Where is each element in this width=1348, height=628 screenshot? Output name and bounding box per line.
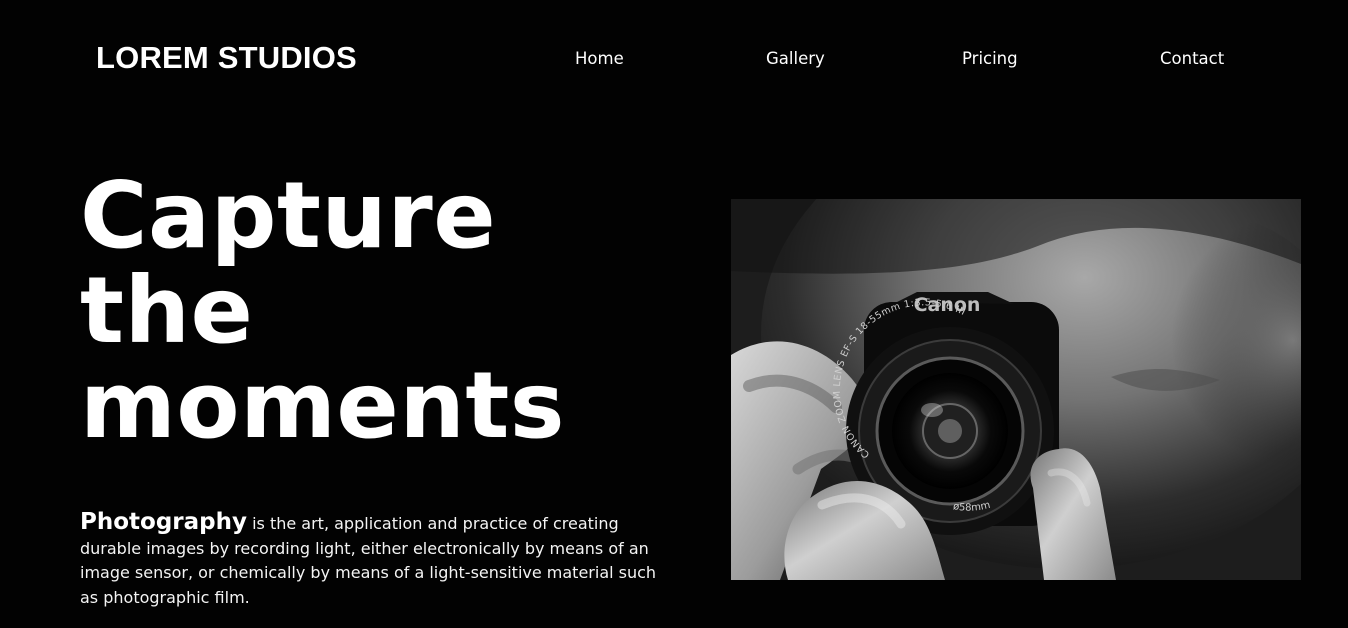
nav-gallery-link[interactable]: Gallery: [766, 48, 825, 70]
hero-title-line-the: the: [80, 257, 254, 364]
hero-title-line-moments: moments: [80, 352, 566, 459]
site-logo[interactable]: LOREM STUDIOS: [96, 38, 357, 78]
hero-title: Capture the moments: [80, 168, 680, 453]
nav-pricing-link[interactable]: Pricing: [962, 48, 1018, 70]
photographer-camera-image: Canon CANON ZOOM LENS EF-S 18-55mm 1:3.5…: [731, 199, 1301, 580]
nav-home-link[interactable]: Home: [575, 48, 624, 70]
nav-contact-link[interactable]: Contact: [1160, 48, 1224, 70]
hero-title-line-capture: Capture: [80, 162, 497, 269]
landing-page: LOREM STUDIOS Home Gallery Pricing Conta…: [0, 0, 1348, 628]
photography-description: Photography is the art, application and …: [80, 510, 665, 610]
description-term: Photography: [80, 509, 247, 535]
lens-reflection: [938, 419, 962, 443]
camera-photo-illustration: Canon CANON ZOOM LENS EF-S 18-55mm 1:3.5…: [731, 199, 1301, 580]
lens-highlight: [921, 403, 943, 417]
